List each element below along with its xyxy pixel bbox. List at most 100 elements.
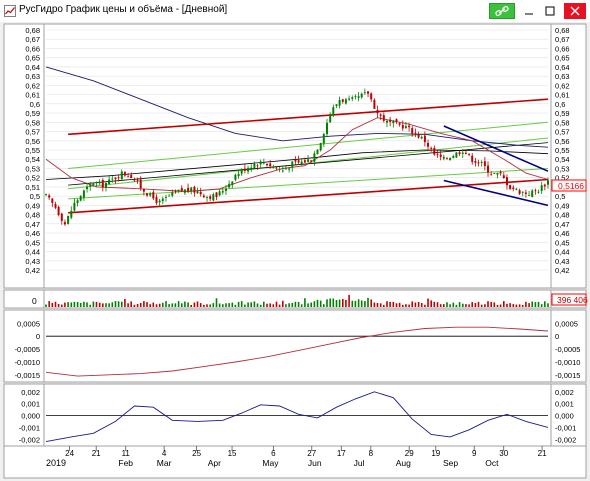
x-day-tick: 11 xyxy=(122,449,131,458)
osc-tick-right: -0,002 xyxy=(555,435,576,444)
volume-bar xyxy=(269,303,271,307)
volume-bar xyxy=(146,302,148,307)
candle-body xyxy=(461,152,464,154)
volume-bar xyxy=(225,303,227,307)
candle-body xyxy=(420,136,423,139)
window-title: РусГидро График цены и объёма - [Дневной… xyxy=(19,4,228,15)
x-month-label: Oct xyxy=(485,458,499,468)
price-tick-right: 0,61 xyxy=(555,91,570,100)
candle-body xyxy=(452,156,455,158)
osc-tick-left: -0,002 xyxy=(19,435,40,444)
x-day-tick: 21 xyxy=(92,449,101,458)
candle-body xyxy=(57,207,60,215)
volume-bar xyxy=(525,301,527,307)
candle-body xyxy=(518,190,521,194)
oscillator-panel[interactable] xyxy=(3,383,587,447)
volume-bar xyxy=(544,301,546,307)
candle-body xyxy=(439,154,442,157)
x-day-tick: 24 xyxy=(65,449,74,458)
candle-body xyxy=(446,158,448,160)
volume-bar xyxy=(506,303,508,307)
volume-bar xyxy=(521,305,524,307)
candle-body xyxy=(367,91,369,94)
volume-bar xyxy=(212,303,215,307)
volume-bar xyxy=(282,300,284,307)
volume-bar xyxy=(503,301,505,307)
volume-bar xyxy=(458,302,461,307)
price-volume-chart[interactable]: 0,68 0,680,67 0,670,66 0,660,65 0,650,64 0,64… xyxy=(0,22,590,481)
osc-tick-left: -0,001 xyxy=(19,423,40,432)
candle-body xyxy=(423,135,426,143)
candle-body xyxy=(288,168,291,170)
volume-bar xyxy=(395,303,398,307)
volume-bar xyxy=(398,302,401,307)
candle-body xyxy=(338,100,341,106)
volume-bar xyxy=(383,304,385,307)
chart-app-icon xyxy=(4,5,16,17)
volume-bar xyxy=(528,303,530,307)
x-month-label: Sep xyxy=(443,458,458,468)
price-tick-left: 0,55 xyxy=(25,146,40,155)
minimize-button[interactable] xyxy=(520,3,538,19)
candle-body xyxy=(310,160,313,162)
candle-body xyxy=(152,192,155,199)
candle-body xyxy=(313,153,316,162)
link-button[interactable] xyxy=(489,3,515,19)
volume-bar xyxy=(136,304,139,307)
volume-bar xyxy=(537,301,540,307)
volume-bar xyxy=(196,301,199,307)
candle-body xyxy=(51,198,54,203)
candle-body xyxy=(86,186,88,189)
volume-bar xyxy=(357,299,360,307)
volume-bar xyxy=(332,298,335,307)
volume-bar xyxy=(389,301,391,307)
candle-body xyxy=(490,174,493,176)
price-tick-right: 0,46 xyxy=(555,229,570,238)
candle-body xyxy=(155,197,158,203)
volume-bar xyxy=(54,301,57,307)
candle-body xyxy=(537,191,540,193)
volume-bar xyxy=(408,304,410,307)
price-tick-left: 0,62 xyxy=(25,81,40,90)
volume-bar xyxy=(379,303,382,307)
candle-body xyxy=(392,120,395,124)
volume-bar xyxy=(313,301,316,307)
volume-bar xyxy=(446,302,448,307)
volume-bar xyxy=(228,303,230,307)
candle-body xyxy=(281,170,284,172)
candle-body xyxy=(70,210,73,218)
osc-tick-left: 0,002 xyxy=(21,388,40,397)
volume-bar xyxy=(452,302,455,307)
macd-tick-right: -0,0010 xyxy=(555,358,580,367)
candle-body xyxy=(291,161,294,168)
volume-bar xyxy=(468,304,470,307)
volume-bar xyxy=(70,302,73,307)
volume-bar xyxy=(177,301,180,307)
macd-panel[interactable] xyxy=(3,309,587,383)
price-tick-left: 0,57 xyxy=(25,128,40,137)
volume-bar xyxy=(518,304,521,307)
volume-bar xyxy=(364,301,366,307)
volume-bar xyxy=(250,302,252,307)
price-tick-right: 0,56 xyxy=(555,137,570,146)
maximize-button[interactable] xyxy=(541,3,559,19)
price-tick-right: 0,49 xyxy=(555,201,570,210)
close-button[interactable] xyxy=(564,3,586,19)
candle-body xyxy=(149,193,152,196)
candle-body xyxy=(363,92,366,94)
candle-body xyxy=(190,187,193,192)
osc-tick-right: -0,001 xyxy=(555,423,576,432)
title-bar[interactable]: РусГидро График цены и объёма - [Дневной… xyxy=(0,0,590,23)
candle-body xyxy=(464,152,467,154)
price-tick-left: 0,54 xyxy=(25,155,40,164)
candle-body xyxy=(67,215,70,224)
price-tick-left: 0,6 xyxy=(30,100,40,109)
candle-body xyxy=(528,195,531,196)
candle-body xyxy=(168,195,171,197)
candle-body xyxy=(487,165,489,173)
x-day-tick: 17 xyxy=(337,449,346,458)
x-day-tick: 25 xyxy=(192,449,201,458)
candle-body xyxy=(225,188,227,191)
volume-bar xyxy=(272,304,275,307)
volume-bar xyxy=(83,301,85,307)
